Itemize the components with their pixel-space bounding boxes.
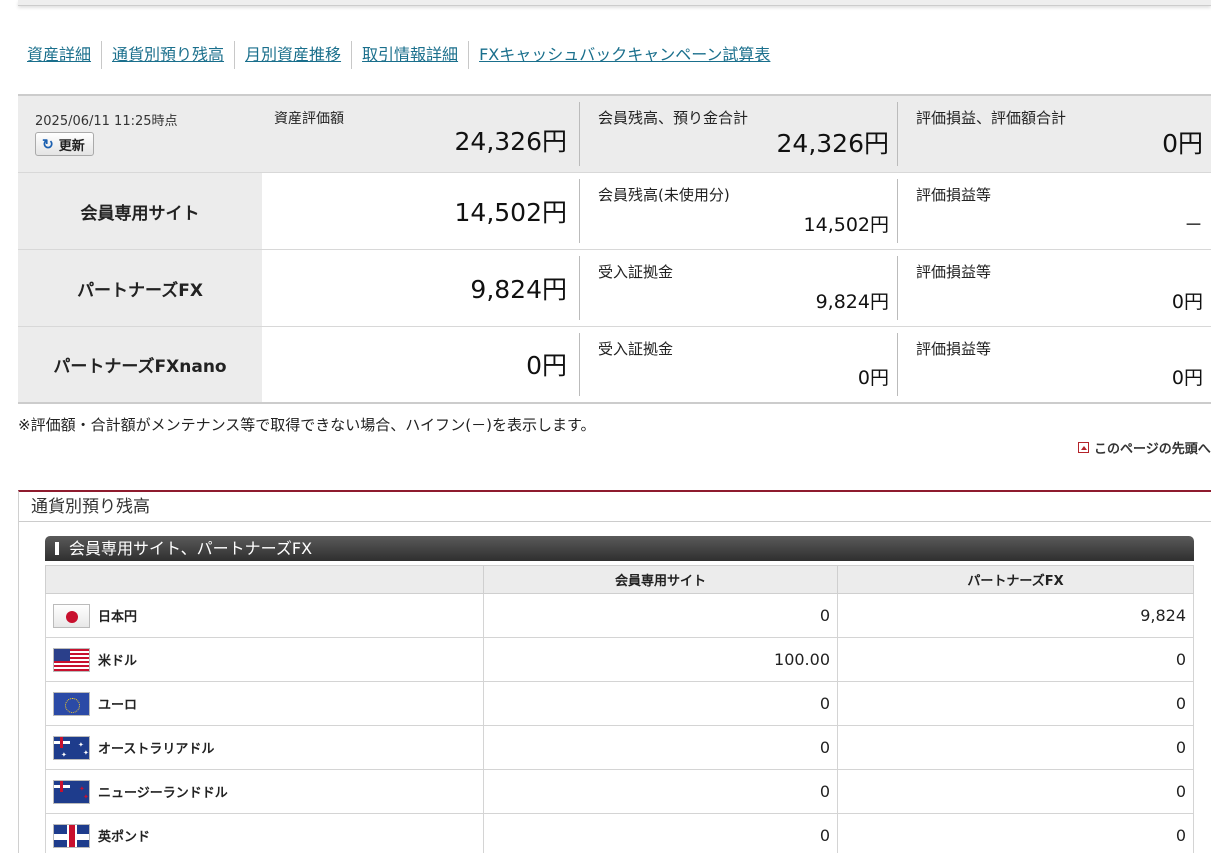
currency-table: 会員専用サイト パートナーズFX 日本円 0 9,824 米ドル 100.00 … <box>45 565 1194 853</box>
header-bar-icon <box>55 542 59 555</box>
site-balance: 0 <box>483 681 838 726</box>
fx-balance: 0 <box>837 725 1194 770</box>
row-sub-value: 14,502円 <box>803 214 889 236</box>
nav-currency-balance[interactable]: 通貨別預り残高 <box>101 41 234 69</box>
asset-summary: 2025/06/11 11:25時点 ↻ 更新 資産評価額 24,326円 会員… <box>18 94 1211 404</box>
total-asset-label: 資産評価額 <box>274 111 344 127</box>
balance-total-value: 24,326円 <box>776 129 889 158</box>
arrow-up-icon <box>1078 442 1089 453</box>
currency-name: オーストラリアドル <box>98 742 215 757</box>
row-sub-label: 会員残高(未使用分) <box>598 186 730 204</box>
sub-navigation: 資産詳細 通貨別預り残高 月別資産推移 取引情報詳細 FXキャッシュバックキャン… <box>18 40 780 70</box>
summary-row-member-site: 会員専用サイト 14,502円 会員残高(未使用分) 14,502円 評価損益等… <box>18 173 1211 250</box>
pl-total-cell: 評価損益、評価額合計 0円 <box>897 102 1211 166</box>
column-header: 会員専用サイト <box>483 565 838 594</box>
japan-flag-icon <box>53 603 90 628</box>
table-row: ユーロ 0 0 <box>45 681 1194 726</box>
section-title: 通貨別預り残高 <box>19 492 1211 522</box>
page-top-link[interactable]: このページの先頭へ <box>1078 438 1211 457</box>
site-balance: 0 <box>483 769 838 814</box>
row-sub-label: 受入証拠金 <box>598 340 674 358</box>
row-pl-value: － <box>1183 214 1203 236</box>
table-row: 米ドル 100.00 0 <box>45 637 1194 682</box>
pl-total-label: 評価損益、評価額合計 <box>916 109 1067 127</box>
row-value: 0円 <box>526 351 567 380</box>
site-balance: 100.00 <box>483 637 838 682</box>
table-row: ✦ ✦ ✦ オーストラリアドル 0 0 <box>45 725 1194 770</box>
nav-asset-detail[interactable]: 資産詳細 <box>18 41 101 69</box>
currency-name: 日本円 <box>98 610 138 625</box>
row-value: 14,502円 <box>454 198 567 227</box>
fx-balance: 0 <box>837 769 1194 814</box>
currency-name: 米ドル <box>98 654 138 669</box>
row-pl-label: 評価損益等 <box>916 340 992 358</box>
timestamp: 2025/06/11 11:25時点 <box>35 114 178 129</box>
fx-balance: 0 <box>837 637 1194 682</box>
summary-row-partners-fx-nano: パートナーズFXnano 0円 受入証拠金 0円 評価損益等 0円 <box>18 327 1211 404</box>
australia-flag-icon: ✦ ✦ ✦ <box>53 735 90 760</box>
refresh-label: 更新 <box>58 137 85 153</box>
table-row: ✦ ✦ ニュージーランドドル 0 0 <box>45 769 1194 814</box>
site-balance: 0 <box>483 813 838 853</box>
row-name: パートナーズFX <box>18 250 262 326</box>
table-row: 英ポンド 0 0 <box>45 813 1194 853</box>
total-asset-cell: 資産評価額 24,326円 <box>262 96 579 172</box>
subsection-header: 会員専用サイト、パートナーズFX <box>45 536 1194 561</box>
currency-name: ユーロ <box>98 698 138 713</box>
nav-monthly-asset[interactable]: 月別資産推移 <box>234 41 351 69</box>
table-row: 日本円 0 9,824 <box>45 593 1194 638</box>
page-top-label: このページの先頭へ <box>1094 442 1211 457</box>
row-sub-value: 0円 <box>857 367 889 389</box>
uk-flag-icon <box>53 823 90 848</box>
us-flag-icon <box>53 647 90 672</box>
hyphen-note: ※評価額・合計額がメンテナンス等で取得できない場合、ハイフン(－)を表示します。 <box>18 416 596 434</box>
row-sub-value: 9,824円 <box>815 291 889 313</box>
nav-trade-detail[interactable]: 取引情報詳細 <box>351 41 468 69</box>
column-header: パートナーズFX <box>837 565 1194 594</box>
fx-balance: 0 <box>837 813 1194 853</box>
row-name: 会員専用サイト <box>18 173 262 249</box>
currency-balance-section: 通貨別預り残高 会員専用サイト、パートナーズFX 会員専用サイト パートナーズF… <box>18 490 1211 853</box>
new-zealand-flag-icon: ✦ ✦ <box>53 779 90 804</box>
row-pl-label: 評価損益等 <box>916 186 992 204</box>
nav-cashback-campaign[interactable]: FXキャッシュバックキャンペーン試算表 <box>468 41 780 69</box>
refresh-button[interactable]: ↻ 更新 <box>35 132 94 156</box>
row-name: パートナーズFXnano <box>18 327 262 402</box>
subsection-title: 会員専用サイト、パートナーズFX <box>69 539 313 558</box>
table-header-row: 会員専用サイト パートナーズFX <box>45 565 1194 594</box>
fx-balance: 0 <box>837 681 1194 726</box>
fx-balance: 9,824 <box>837 593 1194 638</box>
summary-total-row: 2025/06/11 11:25時点 ↻ 更新 資産評価額 24,326円 会員… <box>18 96 1211 173</box>
column-header <box>45 565 484 594</box>
refresh-icon: ↻ <box>42 135 54 152</box>
site-balance: 0 <box>483 725 838 770</box>
top-bar <box>18 0 1211 6</box>
balance-total-label: 会員残高、預り金合計 <box>598 109 749 127</box>
currency-name: 英ポンド <box>98 830 151 845</box>
row-pl-value: 0円 <box>1171 291 1203 313</box>
pl-total-value: 0円 <box>1162 129 1203 158</box>
eu-flag-icon <box>53 691 90 716</box>
balance-total-cell: 会員残高、預り金合計 24,326円 <box>579 102 897 166</box>
row-pl-value: 0円 <box>1171 367 1203 389</box>
currency-name: ニュージーランドドル <box>98 786 228 801</box>
row-value: 9,824円 <box>470 275 567 304</box>
summary-row-partners-fx: パートナーズFX 9,824円 受入証拠金 9,824円 評価損益等 0円 <box>18 250 1211 327</box>
timestamp-cell: 2025/06/11 11:25時点 ↻ 更新 <box>18 96 262 172</box>
total-asset-value: 24,326円 <box>454 127 567 156</box>
site-balance: 0 <box>483 593 838 638</box>
row-sub-label: 受入証拠金 <box>598 263 674 281</box>
row-pl-label: 評価損益等 <box>916 263 992 281</box>
